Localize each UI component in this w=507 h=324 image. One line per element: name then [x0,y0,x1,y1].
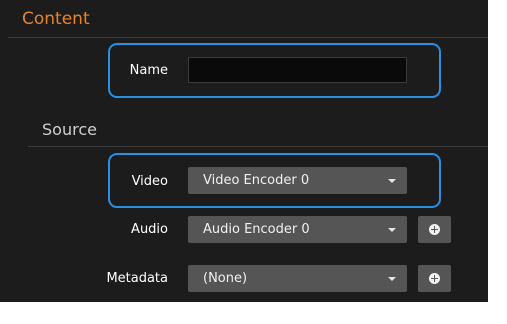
content-panel: Content Name Source Video Video Encoder … [0,0,488,302]
audio-label: Audio [131,222,168,237]
subsection-divider [28,146,488,147]
chevron-down-icon [388,228,396,232]
chevron-down-icon [388,179,396,183]
add-metadata-button[interactable] [418,265,451,292]
plus-circle-icon [429,273,440,284]
video-select-value: Video Encoder 0 [203,173,310,188]
name-label: Name [129,63,168,78]
audio-select[interactable]: Audio Encoder 0 [188,216,407,243]
audio-select-value: Audio Encoder 0 [203,222,310,237]
metadata-select[interactable]: (None) [188,265,407,292]
video-label: Video [131,174,168,189]
chevron-down-icon [388,277,396,281]
metadata-select-value: (None) [203,271,248,286]
plus-circle-icon [429,224,440,235]
section-divider [8,37,488,38]
name-input[interactable] [188,57,407,83]
source-section-title: Source [42,120,97,139]
add-audio-button[interactable] [418,216,451,243]
metadata-label: Metadata [106,271,168,286]
content-section-title: Content [22,9,90,29]
video-select[interactable]: Video Encoder 0 [188,167,407,194]
